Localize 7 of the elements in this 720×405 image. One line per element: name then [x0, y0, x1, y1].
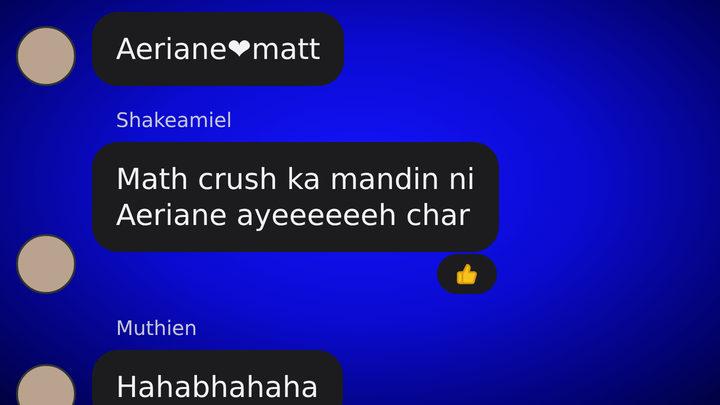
- message-bubble: Aeriane❤matt: [92, 12, 344, 86]
- message-bubble: Hahabhahaha: [92, 350, 343, 405]
- reaction-badge[interactable]: [436, 254, 497, 294]
- sender-name: Shakeamiel: [116, 108, 233, 132]
- thumbs-up-icon: [456, 263, 478, 285]
- sender-name: Muthien: [116, 316, 198, 340]
- message-bubble: Math crush ka mandin ni Aeriane ayeeeeeeh char: [92, 142, 499, 252]
